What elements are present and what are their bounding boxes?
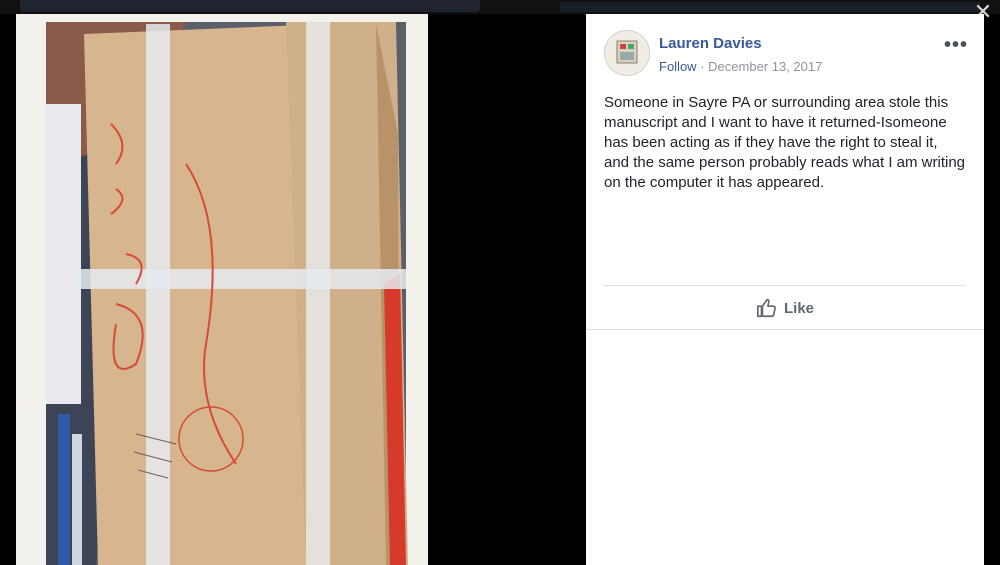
follow-link[interactable]: Follow <box>659 59 697 74</box>
post-panel: Lauren Davies Follow · December 13, 2017… <box>586 14 984 565</box>
background-bar-right <box>560 2 980 12</box>
avatar-image <box>605 31 649 75</box>
thumbs-up-icon <box>757 298 776 318</box>
post-text: Someone in Sayre PA or surrounding area … <box>604 94 966 191</box>
like-button[interactable]: Like <box>756 296 814 320</box>
manuscript-photo <box>16 14 428 565</box>
like-label: Like <box>784 299 815 317</box>
avatar[interactable] <box>604 30 650 76</box>
post-date[interactable]: December 13, 2017 <box>708 59 822 74</box>
more-options-icon[interactable]: ••• <box>944 34 968 57</box>
meta-separator: · <box>700 59 705 74</box>
post-meta: Follow · December 13, 2017 <box>659 59 822 74</box>
divider <box>586 329 984 330</box>
photo-stage <box>0 14 586 565</box>
background-page-strip <box>0 0 1000 14</box>
photo-frame[interactable] <box>16 14 428 565</box>
divider <box>604 285 966 286</box>
author-name[interactable]: Lauren Davies <box>659 35 762 52</box>
background-bar-left <box>20 0 480 12</box>
